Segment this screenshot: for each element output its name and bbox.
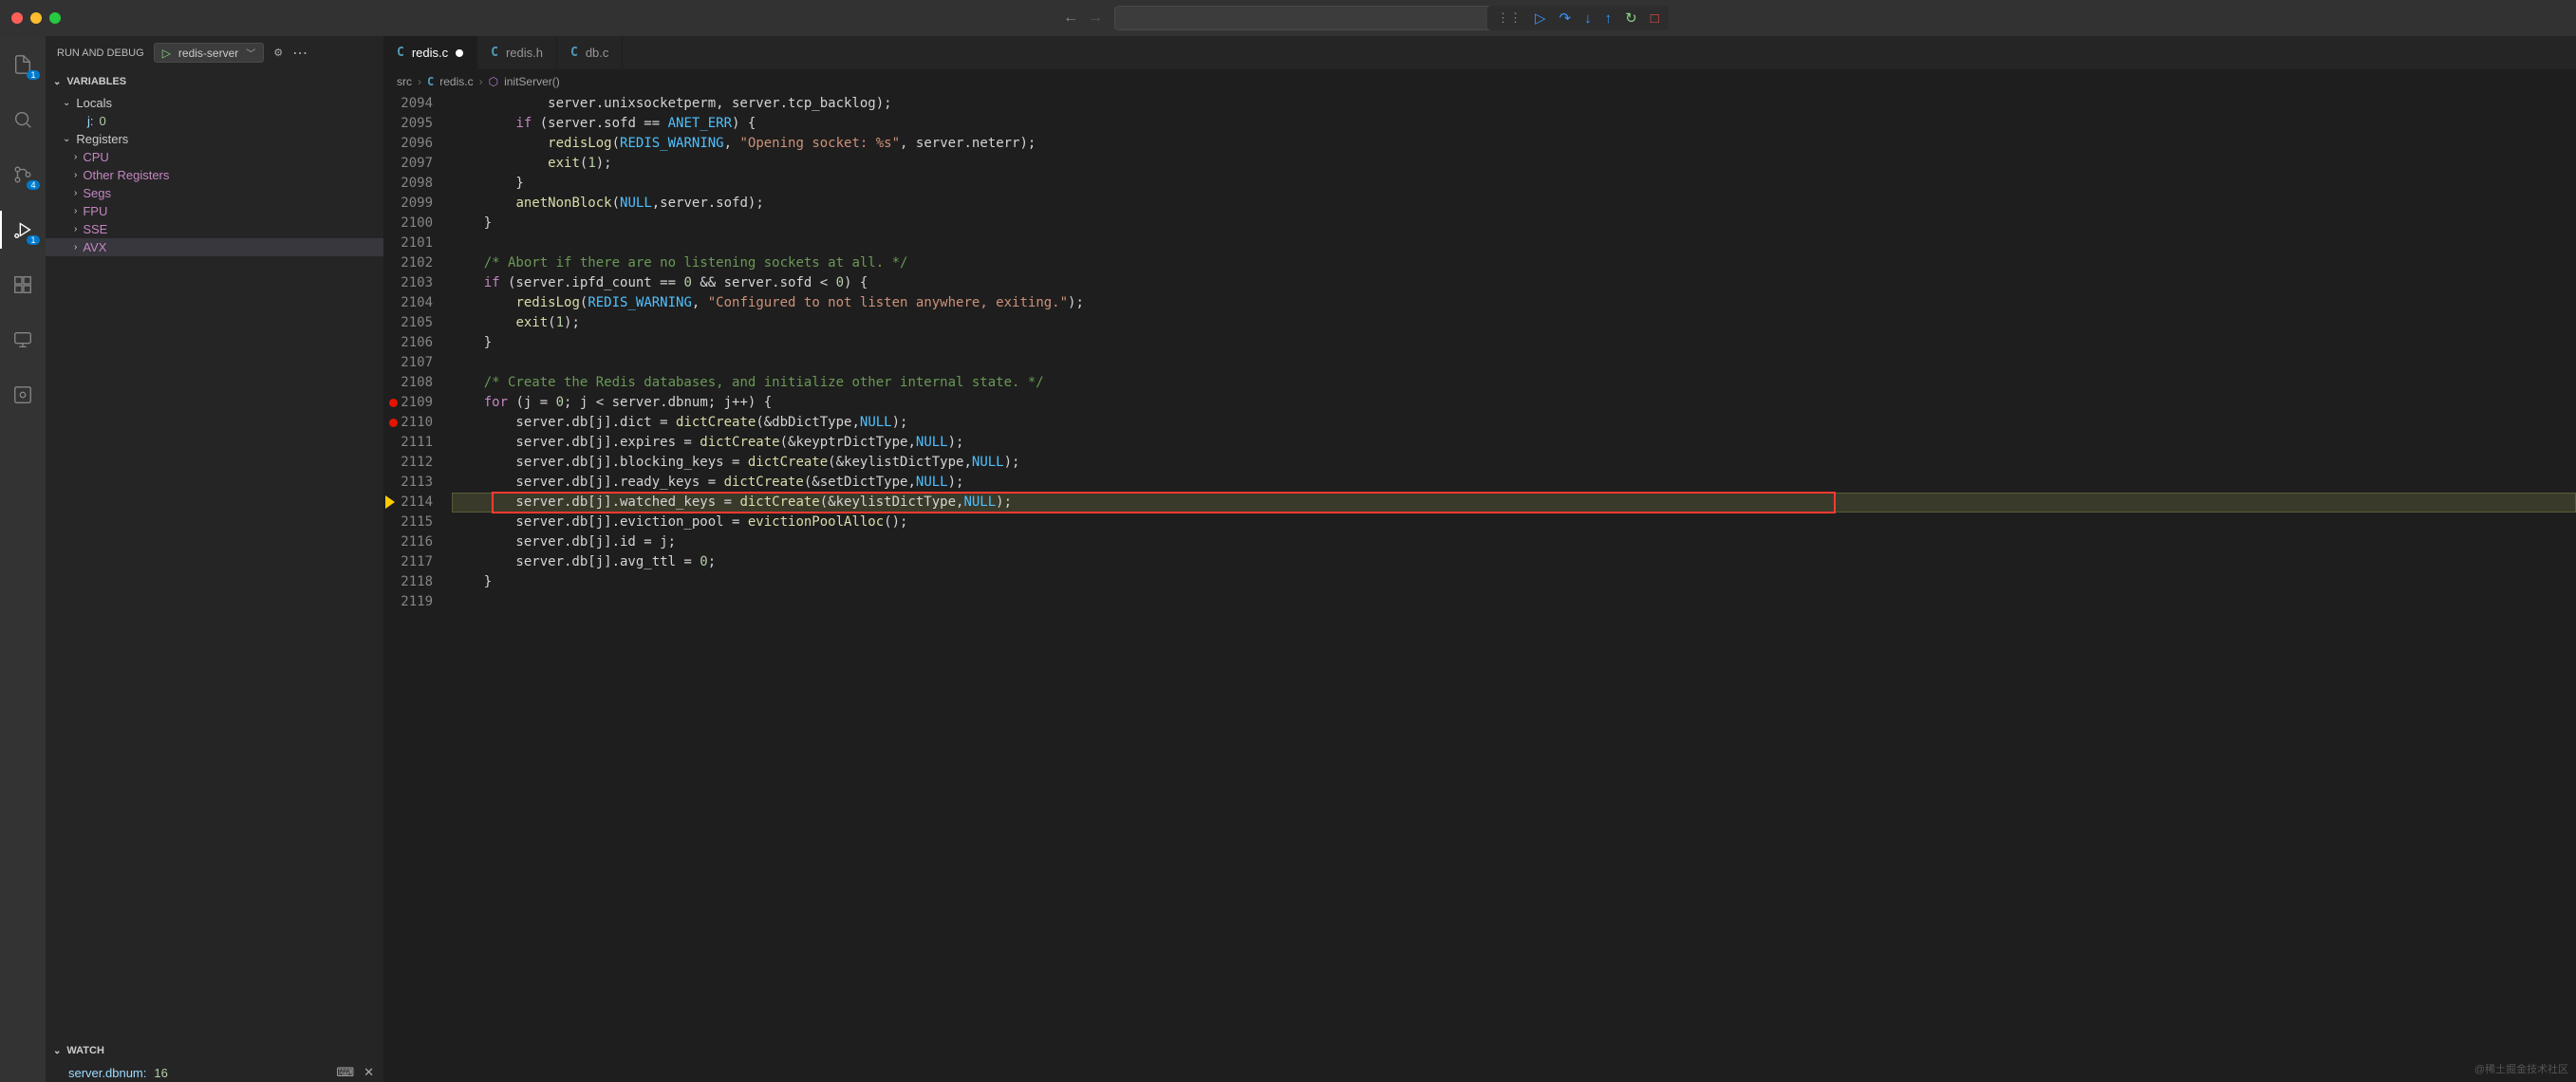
extensions-tab[interactable] (0, 266, 46, 304)
register-group-other-registers[interactable]: ›Other Registers (46, 166, 383, 184)
watch-expression[interactable]: server.dbnum: 16 ⌨ ✕ (46, 1063, 383, 1082)
variable-j[interactable]: j: 0 (46, 112, 383, 130)
register-group-segs[interactable]: ›Segs (46, 184, 383, 202)
registers-group[interactable]: ⌄ Registers (46, 130, 383, 148)
nav-back-icon[interactable]: ← (1063, 9, 1078, 27)
chevron-down-icon: ⌄ (53, 1046, 61, 1056)
register-group-fpu[interactable]: ›FPU (46, 202, 383, 220)
debug-toolbar: ⋮⋮ ▷ ↷ ↓ ↑ ↻ □ (1487, 6, 1669, 30)
watch-remove-icon[interactable]: ✕ (364, 1065, 374, 1080)
register-group-sse[interactable]: ›SSE (46, 220, 383, 238)
chevron-down-icon: ⌄ (53, 77, 61, 87)
minimize-window-icon[interactable] (30, 12, 42, 24)
chevron-down-icon: ⌄ (63, 134, 70, 144)
watermark: @稀土掘金技术社区 (2474, 1061, 2568, 1076)
chevron-right-icon: › (74, 188, 77, 198)
step-out-button[interactable]: ↑ (1605, 10, 1613, 27)
command-center-input[interactable] (1114, 6, 1513, 30)
titlebar: ← → ⋮⋮ ▷ ↷ ↓ ↑ ↻ □ (0, 0, 2576, 36)
sidebar: RUN AND DEBUG ▷ redis-server ﹀ ⚙ ⋯ ⌄ VAR… (46, 36, 383, 1082)
more-icon[interactable]: ⋯ (292, 44, 308, 63)
step-over-button[interactable]: ↷ (1559, 9, 1572, 27)
tab-bar: Credis.cCredis.hCdb.c (383, 36, 2576, 69)
debug-config-name: redis-server (178, 47, 238, 60)
chevron-right-icon: › (74, 206, 77, 216)
watch-section-header[interactable]: ⌄ WATCH (46, 1038, 383, 1063)
explorer-badge: 1 (27, 70, 40, 80)
line-gutter[interactable]: 2094209520962097209820992100210121022103… (383, 94, 452, 1082)
register-group-avx[interactable]: ›AVX (46, 238, 383, 256)
window-controls (11, 12, 61, 24)
chevron-right-icon: › (74, 170, 77, 180)
dirty-indicator-icon (456, 49, 463, 57)
search-tab[interactable] (0, 101, 46, 139)
code-content[interactable]: server.unixsocketperm, server.tcp_backlo… (452, 94, 2576, 1082)
zoom-window-icon[interactable] (49, 12, 61, 24)
close-window-icon[interactable] (11, 12, 23, 24)
chevron-down-icon: ﹀ (246, 46, 255, 60)
play-icon: ▷ (162, 47, 171, 60)
debug-badge: 1 (27, 235, 40, 245)
gear-icon[interactable]: ⚙ (273, 47, 283, 59)
sidebar-title: RUN AND DEBUG (57, 47, 144, 59)
source-control-tab[interactable]: 4 (0, 156, 46, 194)
tab-redis-h[interactable]: Credis.h (477, 36, 557, 69)
chevron-right-icon: › (74, 152, 77, 162)
restart-button[interactable]: ↻ (1625, 9, 1637, 27)
nav-forward-icon[interactable]: → (1088, 9, 1103, 27)
scm-badge: 4 (27, 180, 40, 190)
debug-config-dropdown[interactable]: ▷ redis-server ﹀ (154, 43, 265, 63)
function-icon: ⬡ (489, 75, 498, 88)
explorer-tab[interactable]: 1 (0, 46, 46, 84)
run-debug-tab[interactable]: 1 (0, 211, 46, 249)
step-into-button[interactable]: ↓ (1584, 10, 1592, 27)
c-file-icon: C (491, 46, 498, 60)
chevron-down-icon: ⌄ (63, 98, 70, 108)
variables-section-header[interactable]: ⌄ VARIABLES (46, 69, 383, 94)
tab-db-c[interactable]: Cdb.c (557, 36, 623, 69)
tab-redis-c[interactable]: Credis.c (383, 36, 477, 69)
activity-bar: 1 4 1 (0, 36, 46, 1082)
editor: Credis.cCredis.hCdb.c src › C redis.c › … (383, 36, 2576, 1082)
chevron-right-icon: › (74, 224, 77, 234)
remote-tab[interactable] (0, 321, 46, 359)
c-file-icon: C (397, 46, 404, 60)
c-file-icon: C (427, 75, 434, 88)
breadcrumbs[interactable]: src › C redis.c › ⬡ initServer() (383, 69, 2576, 94)
c-file-icon: C (570, 46, 578, 60)
stop-button[interactable]: □ (1651, 10, 1659, 27)
chevron-right-icon: › (74, 242, 77, 252)
grip-icon[interactable]: ⋮⋮ (1497, 10, 1521, 26)
register-group-cpu[interactable]: ›CPU (46, 148, 383, 166)
locals-group[interactable]: ⌄ Locals (46, 94, 383, 112)
watch-keyboard-icon[interactable]: ⌨ (336, 1065, 354, 1080)
settings-sync-tab[interactable] (0, 376, 46, 414)
continue-button[interactable]: ▷ (1535, 9, 1546, 27)
